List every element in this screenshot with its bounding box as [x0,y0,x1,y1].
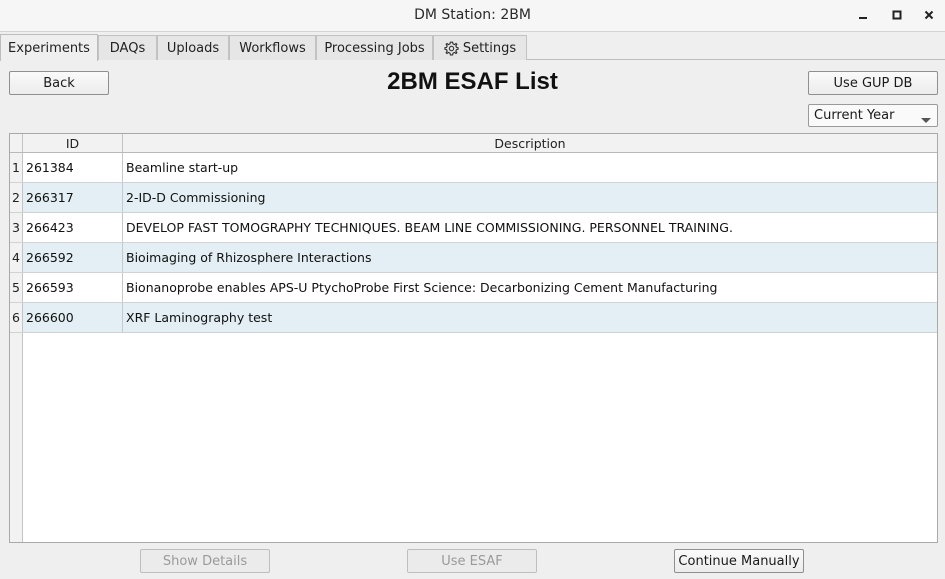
cell-description[interactable]: XRF Laminography test [123,303,937,332]
cell-id[interactable]: 266600 [23,303,123,332]
esaf-table[interactable]: ID Description 1 261384 Beamline start-u… [9,133,938,543]
row-number: 1 [10,153,23,182]
tab-daqs[interactable]: DAQs [98,35,157,60]
year-filter-select[interactable]: Current Year [808,104,938,127]
cell-id[interactable]: 266593 [23,273,123,302]
cell-description[interactable]: Bioimaging of Rhizosphere Interactions [123,243,937,272]
row-number: 6 [10,303,23,332]
minimize-icon[interactable] [853,6,873,24]
window-titlebar: DM Station: 2BM [0,0,945,32]
tab-label: DAQs [109,40,146,56]
gear-icon [444,41,459,56]
chevron-down-icon [921,113,931,128]
row-number: 2 [10,183,23,212]
year-filter-value: Current Year [814,108,895,123]
cell-id[interactable]: 266592 [23,243,123,272]
column-header-description[interactable]: Description [123,134,937,152]
cell-description[interactable]: 2-ID-D Commissioning [123,183,937,212]
tab-experiments[interactable]: Experiments [0,34,98,61]
column-header-id[interactable]: ID [23,134,123,152]
continue-manually-button[interactable]: Continue Manually [674,549,804,573]
row-number: 3 [10,213,23,242]
tab-label: Uploads [166,40,220,56]
cell-id[interactable]: 266423 [23,213,123,242]
cell-description[interactable]: DEVELOP FAST TOMOGRAPHY TECHNIQUES. BEAM… [123,213,937,242]
tab-workflows[interactable]: Workflows [229,35,316,60]
table-row[interactable]: 4 266592 Bioimaging of Rhizosphere Inter… [10,243,937,273]
table-row[interactable]: 1 261384 Beamline start-up [10,153,937,183]
cell-id[interactable]: 261384 [23,153,123,182]
tab-processing-jobs[interactable]: Processing Jobs [316,35,433,60]
show-details-button[interactable]: Show Details [140,549,270,573]
corner-header [10,134,23,152]
tab-bar: Experiments DAQs Uploads Workflows Proce… [0,34,945,61]
window-title: DM Station: 2BM [414,7,531,23]
use-esaf-button[interactable]: Use ESAF [407,549,537,573]
tab-label: Settings [462,40,517,56]
table-row[interactable]: 3 266423 DEVELOP FAST TOMOGRAPHY TECHNIQ… [10,213,937,243]
cell-description[interactable]: Bionanoprobe enables APS-U PtychoProbe F… [123,273,937,302]
tab-label: Workflows [239,40,306,56]
tab-uploads[interactable]: Uploads [157,35,229,60]
tab-label: Processing Jobs [324,40,425,56]
table-header: ID Description [10,134,937,153]
row-number: 5 [10,273,23,302]
table-row[interactable]: 6 266600 XRF Laminography test [10,303,937,333]
table-row[interactable]: 5 266593 Bionanoprobe enables APS-U Ptyc… [10,273,937,303]
table-row[interactable]: 2 266317 2-ID-D Commissioning [10,183,937,213]
tab-label: Experiments [8,40,90,56]
use-gup-db-button[interactable]: Use GUP DB [808,71,938,95]
maximize-icon[interactable] [887,6,907,24]
cell-id[interactable]: 266317 [23,183,123,212]
tab-settings[interactable]: Settings [433,35,527,60]
close-icon[interactable] [919,6,939,24]
back-button[interactable]: Back [9,71,109,95]
cell-description[interactable]: Beamline start-up [123,153,937,182]
page-title: 2BM ESAF List [387,68,558,95]
row-number: 4 [10,243,23,272]
